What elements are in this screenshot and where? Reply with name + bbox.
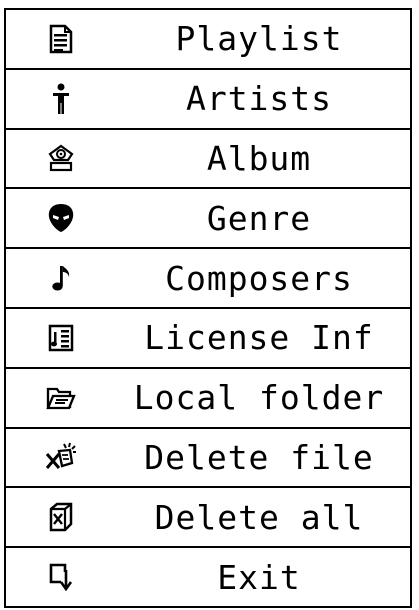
menu-item-artists[interactable]: Artists (6, 70, 410, 130)
menu-item-label: Artists (185, 79, 333, 119)
menu-item-playlist[interactable]: Playlist (6, 10, 410, 70)
delete-all-icon (6, 502, 116, 532)
menu-item-composers[interactable]: Composers (6, 249, 410, 309)
menu-item-label: Genre (206, 198, 312, 238)
menu-item-label: Album (206, 138, 312, 178)
folder-icon (6, 385, 116, 411)
menu-item-genre[interactable]: Genre (6, 189, 410, 250)
menu-item-delete-all[interactable]: Delete all (6, 488, 410, 549)
music-note-icon (6, 263, 116, 293)
music-menu: Playlist Artists Album Genre Composers L… (4, 8, 412, 608)
album-icon (6, 144, 116, 172)
menu-item-label: License Inf (144, 318, 374, 358)
menu-item-exit[interactable]: Exit (6, 548, 410, 606)
license-icon (6, 324, 116, 352)
menu-item-label: Delete file (144, 437, 374, 477)
artist-icon (6, 83, 116, 115)
genre-icon (6, 203, 116, 233)
menu-item-local-folder[interactable]: Local folder (6, 369, 410, 429)
menu-item-label: Local folder (133, 378, 385, 418)
menu-item-label: Delete all (154, 497, 364, 537)
menu-item-album[interactable]: Album (6, 130, 410, 190)
exit-icon (6, 562, 116, 592)
delete-file-icon (6, 441, 116, 473)
menu-item-license-inf[interactable]: License Inf (6, 309, 410, 369)
menu-item-label: Exit (217, 557, 301, 597)
playlist-icon (6, 24, 116, 54)
menu-item-delete-file[interactable]: Delete file (6, 429, 410, 489)
menu-item-label: Composers (165, 258, 353, 298)
menu-item-label: Playlist (175, 19, 343, 59)
